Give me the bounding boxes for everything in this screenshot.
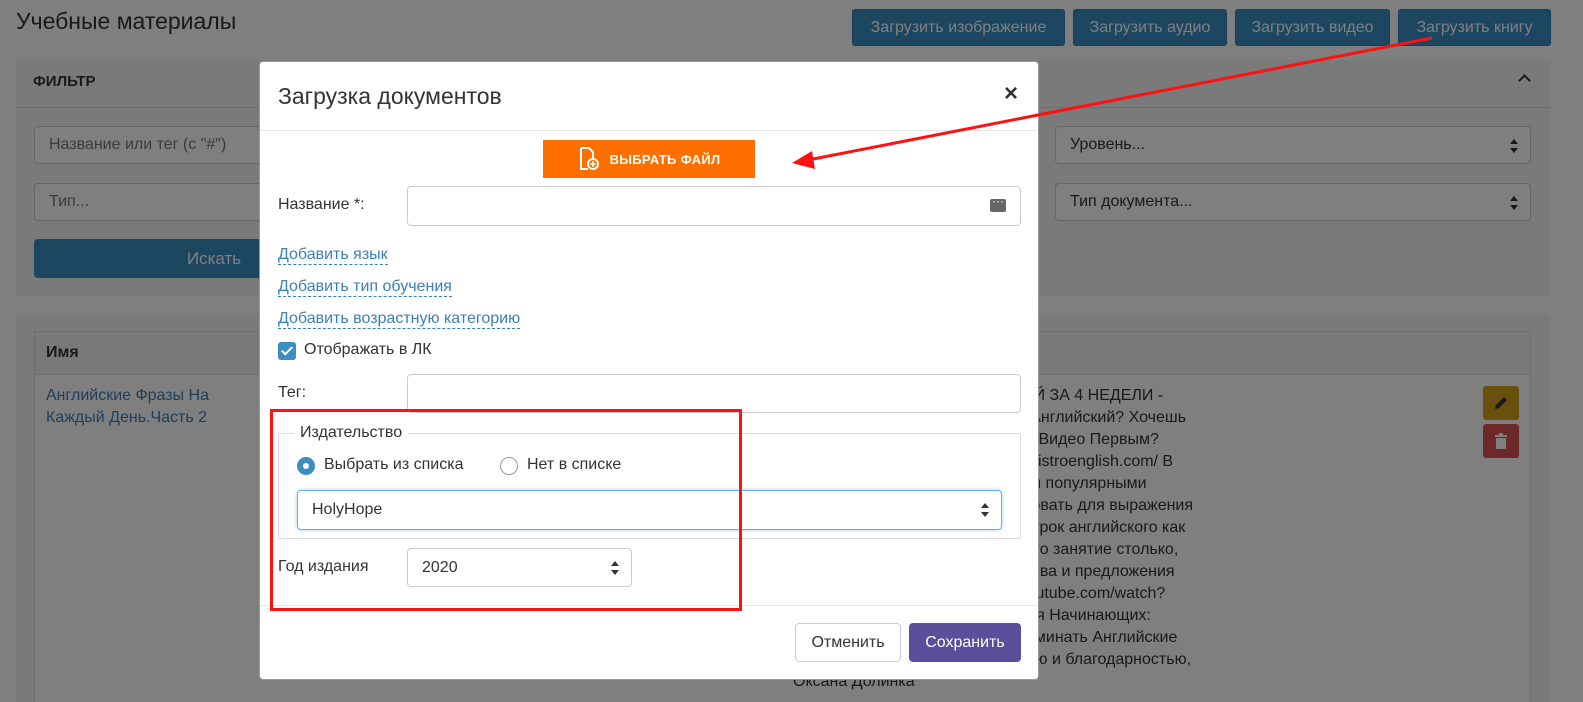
- annotation-arrow: [792, 36, 1433, 169]
